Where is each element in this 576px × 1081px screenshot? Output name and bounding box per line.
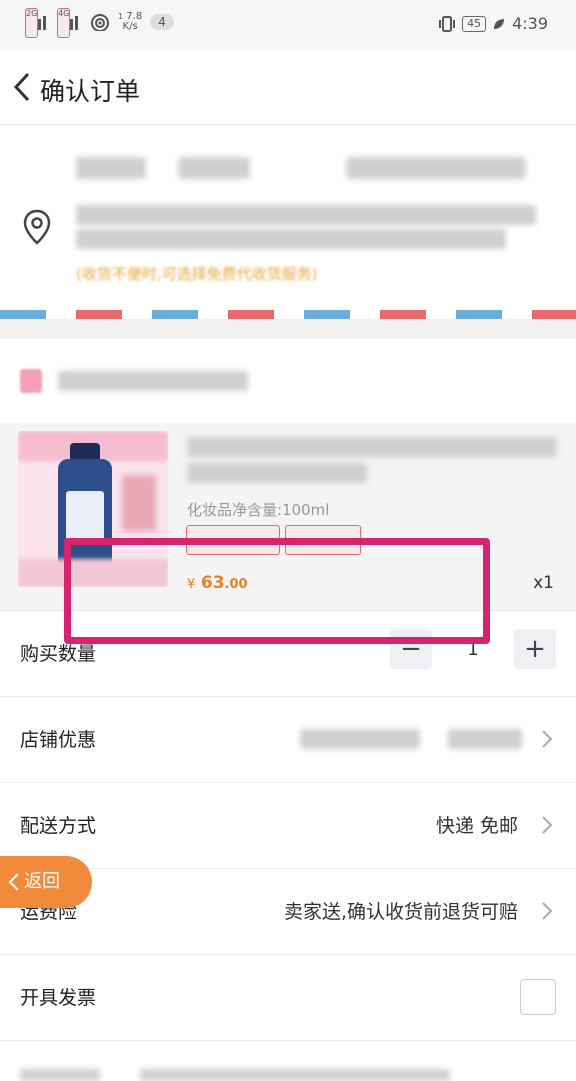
address-line-redacted xyxy=(76,229,506,249)
product-title-redacted xyxy=(187,463,367,483)
shop-icon xyxy=(20,369,42,393)
address-line-redacted xyxy=(76,205,536,225)
status-time: 4:39 xyxy=(512,14,548,33)
signal-4g-icon: 4G xyxy=(57,8,78,38)
store-discount-row[interactable]: 店铺优惠 xyxy=(0,696,576,783)
page-header: 确认订单 xyxy=(0,50,576,125)
page-title: 确认订单 xyxy=(40,77,141,106)
leaf-icon xyxy=(494,18,505,29)
freight-insurance-value: 卖家送,确认收货前退货可赔 xyxy=(283,901,518,923)
signal-type-label: 4G xyxy=(57,8,71,38)
price-highlight-box xyxy=(64,538,490,644)
delivery-service-note: (收货不便时,可选择免费代收货服务) xyxy=(76,265,318,283)
network-speed: 1 7.8 K/s xyxy=(118,11,143,32)
product-title-redacted xyxy=(187,437,557,457)
recipient-name-redacted xyxy=(178,157,250,179)
partial-row xyxy=(0,1040,576,1081)
floating-back-label: 返回 xyxy=(24,871,60,892)
back-button[interactable] xyxy=(6,68,42,106)
shipping-address-card[interactable]: (收货不便时,可选择免费代收货服务) xyxy=(0,125,576,310)
partial-row-redacted xyxy=(140,1069,450,1081)
vibrate-icon xyxy=(439,15,456,32)
signal-type-label: 2G xyxy=(25,8,39,38)
increase-quantity-button[interactable]: + xyxy=(514,629,556,669)
chevron-left-icon xyxy=(13,72,30,102)
recipient-name-redacted xyxy=(76,157,146,179)
shop-name-redacted xyxy=(58,371,248,391)
chevron-right-icon xyxy=(542,730,553,748)
store-discount-label: 店铺优惠 xyxy=(20,729,97,751)
invoice-label: 开具发票 xyxy=(20,987,97,1009)
invoice-checkbox[interactable] xyxy=(520,979,556,1015)
bottle-label xyxy=(66,491,104,541)
chevron-right-icon xyxy=(542,816,553,834)
delivery-method-row[interactable]: 配送方式 快递 免邮 xyxy=(0,782,576,869)
wifi-icon xyxy=(91,14,109,31)
delivery-method-label: 配送方式 xyxy=(20,815,97,837)
notification-count-badge: 4 xyxy=(150,14,174,30)
invoice-row: 开具发票 xyxy=(0,954,576,1041)
section-gap xyxy=(0,319,576,339)
shop-header xyxy=(0,339,576,423)
chevron-left-icon xyxy=(8,873,19,891)
product-spec: 化妆品净含量:100ml xyxy=(187,501,330,519)
store-discount-redacted xyxy=(300,729,420,749)
delivery-method-value: 快递 免邮 xyxy=(435,815,518,837)
status-bar: 2G 4G 1 7.8 K/s 4 45 4:39 xyxy=(0,0,576,50)
location-pin-icon xyxy=(23,209,51,245)
recipient-phone-redacted xyxy=(346,157,526,179)
chevron-right-icon xyxy=(542,902,553,920)
address-divider-stripe xyxy=(0,310,576,319)
product-quantity: x1 xyxy=(533,573,554,593)
partial-row-redacted xyxy=(20,1069,100,1081)
store-discount-redacted xyxy=(448,729,522,749)
floating-back-button[interactable]: 返回 xyxy=(0,856,92,908)
signal-2g-icon: 2G xyxy=(25,8,46,38)
battery-icon: 45 xyxy=(462,15,487,32)
